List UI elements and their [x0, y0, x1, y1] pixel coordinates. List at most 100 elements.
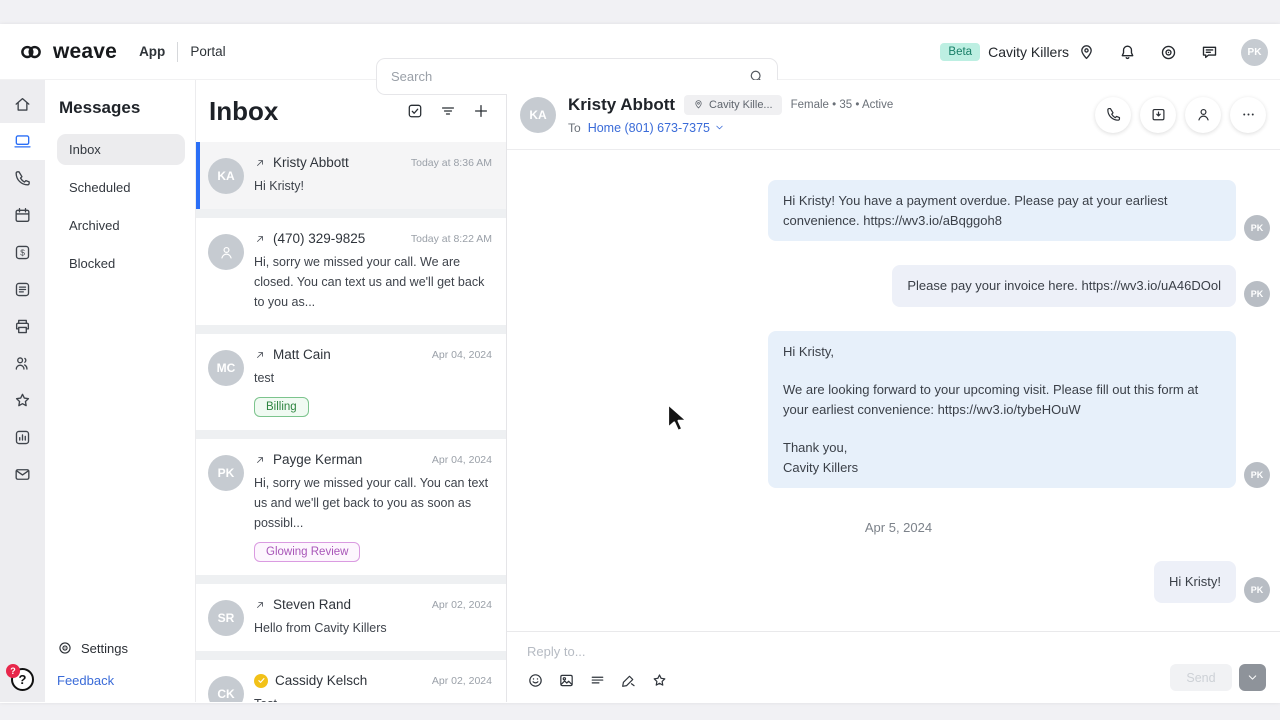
rail-item-contacts[interactable] — [0, 345, 45, 382]
conversation-item[interactable]: KA Kristy Abbott Today at 8:36 AM Hi Kristy… — [196, 142, 506, 209]
conversation-item[interactable]: CK Cassidy Kelsch Apr 02, 2024 Test — [196, 660, 506, 702]
date-divider: Apr 5, 2024 — [864, 520, 933, 535]
rail-item-email[interactable] — [0, 456, 45, 493]
contact-meta: Female • 35 • Active — [790, 98, 894, 111]
weave-brand[interactable]: weave — [0, 40, 117, 64]
conversation-avatar: SR — [208, 600, 244, 636]
conversation-name: Cassidy Kelsch — [275, 673, 368, 688]
rail-item-home[interactable] — [0, 86, 45, 123]
conversation-item[interactable]: PK Payge Kerman Apr 04, 2024 Hi, sorry we m… — [196, 439, 506, 575]
contact-identity: Kristy Abbott Cavity Kille... Female • 3… — [568, 94, 894, 135]
call-button[interactable] — [1095, 96, 1131, 133]
attach-image-icon[interactable] — [558, 672, 575, 689]
message-row: Hi Kristy! You have a payment overdue. P… — [768, 180, 1270, 241]
chat-header: KA Kristy Abbott Cavity Kille... Female … — [507, 80, 1280, 150]
conversation-tag: Glowing Review — [254, 542, 361, 562]
help-button[interactable]: ? ? — [6, 664, 34, 691]
outbound-arrow-icon — [254, 454, 266, 466]
nav-portal[interactable]: Portal — [190, 44, 225, 59]
rail-item-phone[interactable] — [0, 160, 45, 197]
chevron-down-icon — [714, 122, 725, 133]
settings-button[interactable]: Settings — [57, 640, 128, 656]
schedule-button[interactable] — [1140, 96, 1176, 133]
conversation-item[interactable]: (470) 329-9825 Today at 8:22 AM Hi, sorry … — [196, 218, 506, 325]
location-switcher[interactable]: Beta Cavity Killers — [940, 43, 1096, 62]
location-pin-icon — [693, 99, 704, 110]
message-bubble: Please pay your invoice here. https://wv… — [892, 265, 1236, 307]
chat-actions — [1095, 96, 1266, 133]
conversation-time: Apr 02, 2024 — [431, 674, 492, 687]
status-yellow-icon — [254, 673, 268, 688]
settings-icon[interactable] — [1159, 43, 1178, 62]
conversation-avatar: CK — [208, 676, 244, 702]
send-options-button[interactable] — [1239, 664, 1266, 691]
nav-item-blocked[interactable]: Blocked — [57, 248, 185, 279]
sender-avatar: PK — [1244, 462, 1270, 488]
nav-bottom: Settings Feedback — [57, 640, 128, 689]
brand-name: weave — [53, 39, 118, 63]
nav-item-archived[interactable]: Archived — [57, 210, 185, 241]
nav-item-scheduled[interactable]: Scheduled — [57, 172, 185, 203]
nav-app[interactable]: App — [139, 44, 165, 59]
rail-item-fax[interactable] — [0, 271, 45, 308]
rail-item-messages[interactable] — [0, 123, 45, 160]
rail-item-schedule[interactable] — [0, 197, 45, 234]
contact-name[interactable]: Kristy Abbott — [568, 95, 675, 115]
conversation-avatar: MC — [208, 350, 244, 386]
rail-item-payments[interactable]: $ — [0, 234, 45, 271]
conversation-item[interactable]: MC Matt Cain Apr 04, 2024 test Billing — [196, 334, 506, 430]
new-message-icon[interactable] — [472, 102, 490, 120]
conversation-name: Steven Rand — [273, 597, 352, 612]
to-label: To — [568, 120, 581, 135]
nav-item-inbox[interactable]: Inbox — [57, 134, 185, 165]
conversation-tag: Billing — [254, 397, 309, 417]
person-icon — [1195, 106, 1212, 123]
outbound-arrow-icon — [254, 157, 266, 169]
sender-avatar: PK — [1244, 576, 1270, 603]
reply-input[interactable]: Reply to... — [527, 644, 1264, 659]
chevron-down-icon — [1246, 671, 1259, 684]
conversation-item[interactable]: SR Steven Rand Apr 02, 2024 Hello from Cavi… — [196, 584, 506, 651]
conversation-preview: Hi Kristy! — [254, 179, 304, 193]
messages-title: Messages — [59, 98, 141, 117]
favorites-star-icon[interactable] — [651, 672, 668, 689]
message-thread: Hi Kristy! You have a payment overdue. P… — [507, 150, 1280, 631]
conversation-name: Kristy Abbott — [273, 155, 349, 170]
notifications-bell-icon[interactable] — [1118, 43, 1137, 62]
conversation-time: Apr 02, 2024 — [431, 598, 492, 611]
settings-label: Settings — [81, 640, 128, 656]
feedback-chat-icon[interactable] — [1200, 43, 1219, 62]
conversation-name: Payge Kerman — [273, 452, 363, 467]
more-options-button[interactable] — [1230, 96, 1266, 133]
send-controls: Send — [1170, 664, 1266, 691]
rail-item-print[interactable] — [0, 308, 45, 345]
user-avatar[interactable]: PK — [1241, 38, 1268, 66]
emoji-icon[interactable] — [527, 672, 544, 689]
svg-text:$: $ — [20, 248, 25, 258]
weave-logo-icon — [16, 41, 46, 63]
signature-icon[interactable] — [620, 672, 637, 689]
app-portal-switch: App Portal — [139, 41, 226, 62]
phone-icon — [1105, 106, 1122, 123]
filter-icon[interactable] — [439, 102, 457, 120]
outbound-arrow-icon — [254, 349, 266, 361]
to-phone-dropdown[interactable]: Home (801) 673-7375 — [588, 121, 725, 135]
templates-icon[interactable] — [589, 672, 606, 689]
send-button[interactable]: Send — [1170, 664, 1232, 691]
inbox-title: Inbox — [209, 95, 279, 126]
conversation-preview: Hi, sorry we missed your call. You can t… — [254, 476, 489, 530]
select-multiple-icon[interactable] — [406, 102, 424, 120]
outbound-arrow-icon — [254, 599, 266, 611]
conversation-preview: test — [254, 371, 275, 385]
messages-nav-panel: Messages Inbox Scheduled Archived Blocked S… — [45, 80, 195, 702]
conversation-name: Matt Cain — [273, 347, 331, 362]
top-bar: weave App Portal Beta Cavity Killers PK — [0, 24, 1280, 95]
feedback-link[interactable]: Feedback — [57, 673, 128, 688]
rail-item-analytics[interactable] — [0, 419, 45, 456]
contact-avatar: KA — [520, 96, 556, 133]
conversation-time: Today at 8:22 AM — [410, 232, 492, 245]
app-rail: $ — [0, 80, 45, 702]
profile-button[interactable] — [1185, 96, 1221, 133]
app-window: weave App Portal Beta Cavity Killers PK … — [0, 24, 1280, 703]
rail-item-reviews[interactable] — [0, 382, 45, 419]
